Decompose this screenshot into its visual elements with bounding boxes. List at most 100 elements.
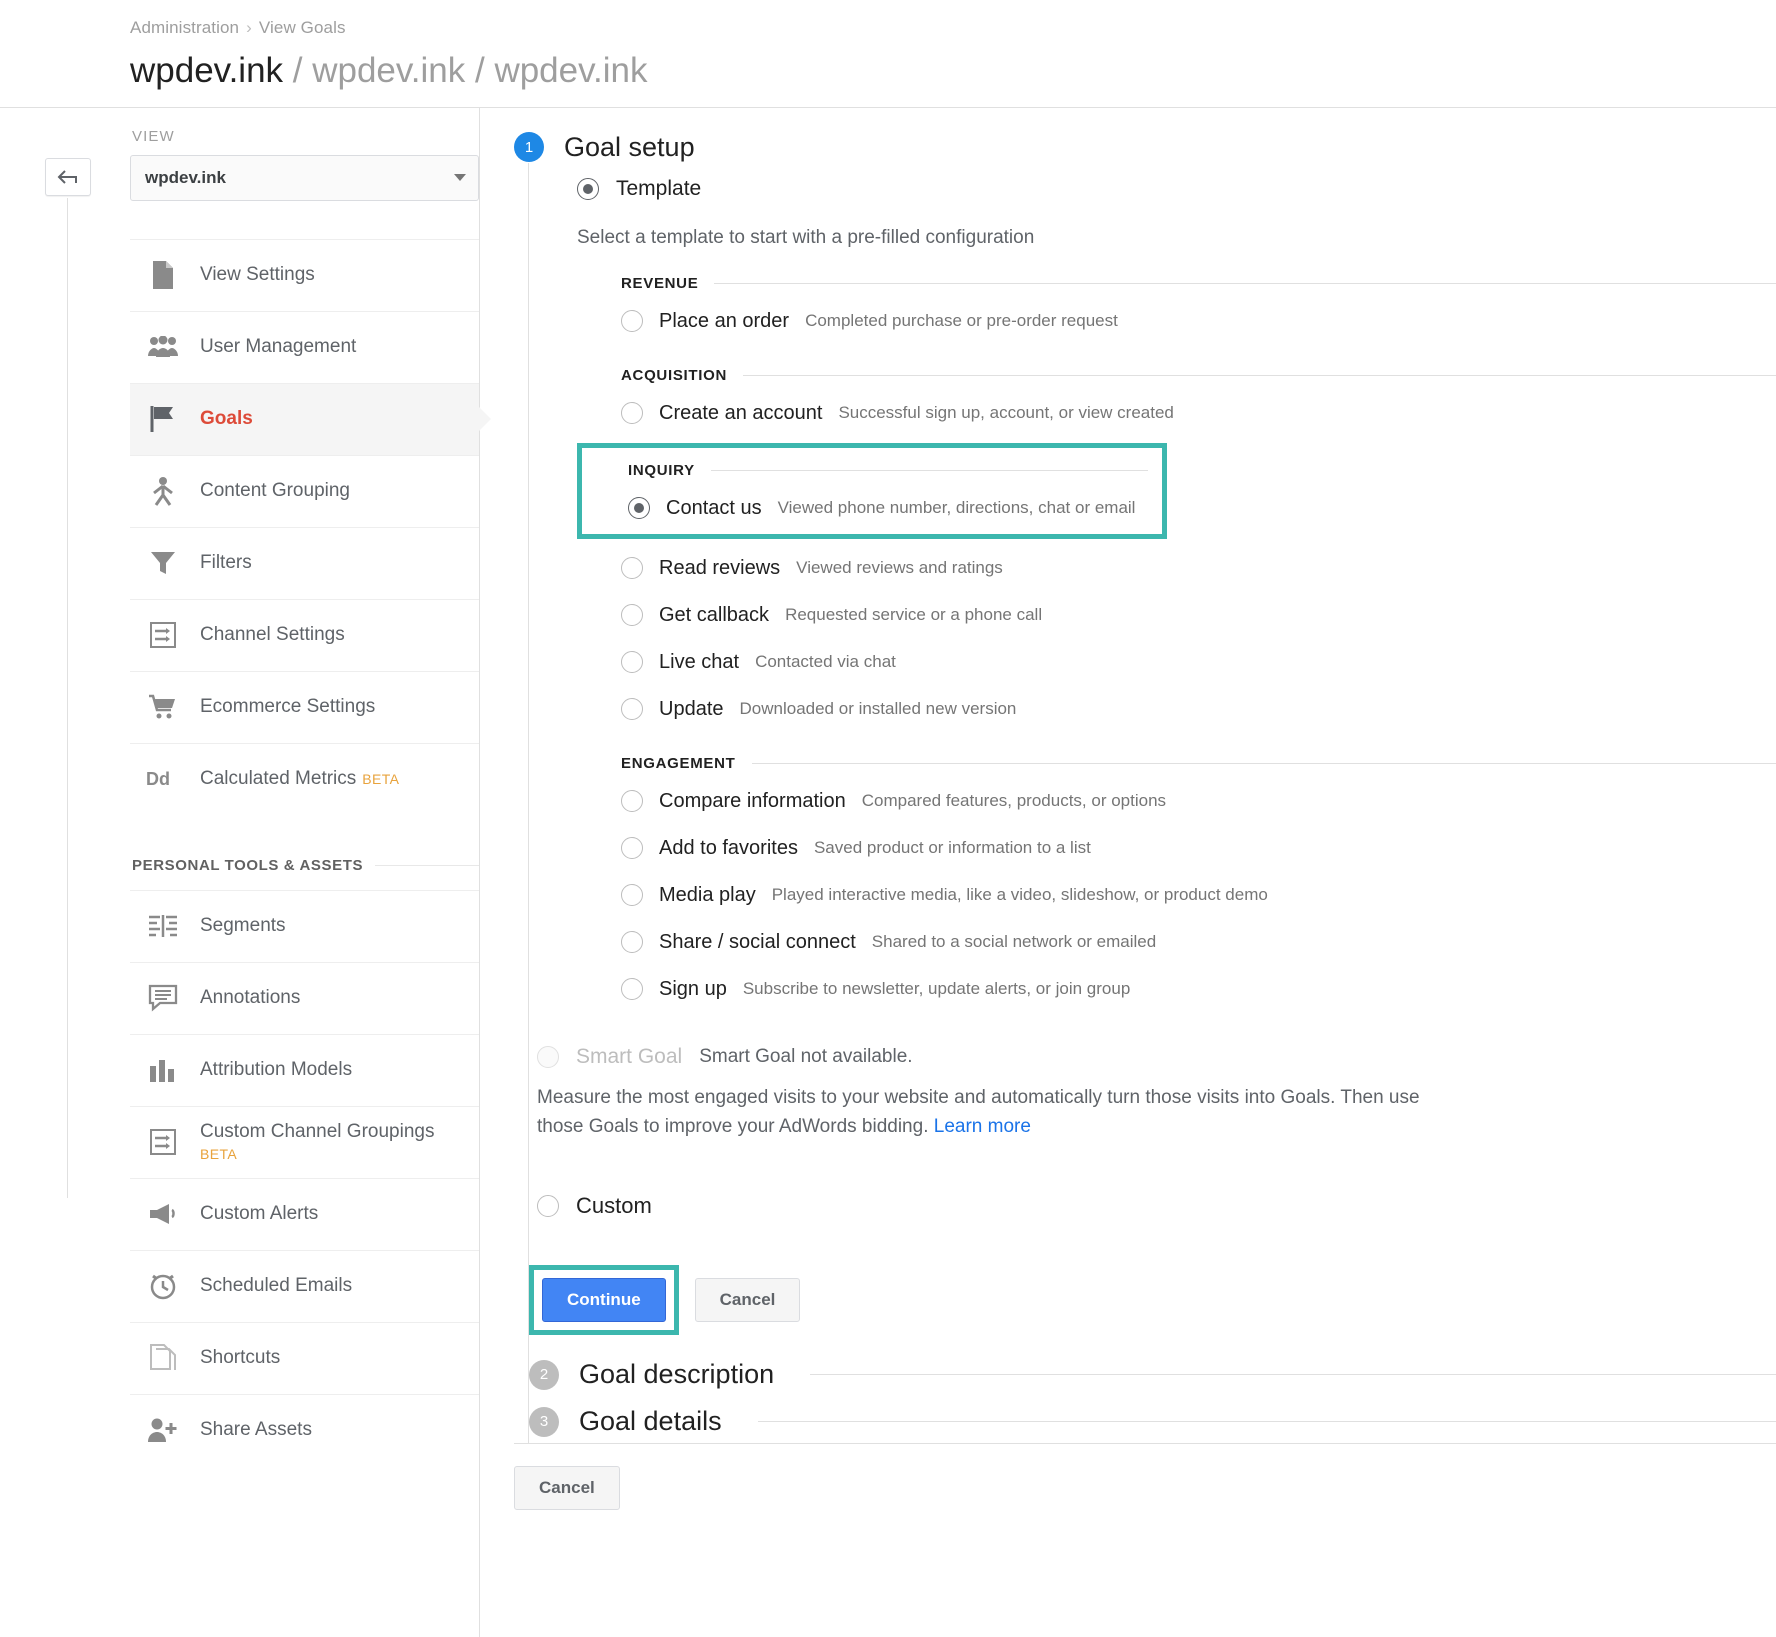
content-grouping-icon — [142, 474, 184, 508]
breadcrumb-item-administration[interactable]: Administration — [130, 18, 239, 37]
sidebar-item-share-assets[interactable]: Share Assets — [130, 1393, 479, 1466]
template-option-desc: Completed purchase or pre-order request — [805, 311, 1118, 330]
template-radio[interactable] — [621, 604, 643, 626]
template-radio-selected[interactable] — [628, 497, 650, 519]
sidebar-item-label: Content Grouping — [200, 480, 350, 502]
template-option-desc: Viewed reviews and ratings — [796, 558, 1003, 577]
back-button[interactable] — [45, 157, 91, 196]
step-3-title: Goal details — [579, 1406, 722, 1437]
section-divider — [375, 864, 479, 866]
template-radio[interactable] — [621, 978, 643, 1000]
template-option-desc: Downloaded or installed new version — [739, 699, 1017, 718]
template-option-desc: Requested service or a phone call — [785, 605, 1043, 624]
template-radio[interactable] — [621, 651, 643, 673]
sidebar-item-shortcuts[interactable]: Shortcuts — [130, 1321, 479, 1394]
template-option-name: Share / social connect — [659, 930, 856, 953]
sidebar-item-ecommerce-settings[interactable]: Ecommerce Settings — [130, 670, 479, 743]
megaphone-icon — [142, 1197, 184, 1231]
sidebar-item-label: View Settings — [200, 264, 315, 286]
view-section-label: VIEW — [132, 127, 175, 145]
sidebar-item-custom-channel-groupings[interactable]: Custom Channel Groupings BETA — [130, 1105, 479, 1178]
template-option-compare-information[interactable]: Compare information Compared features, p… — [577, 778, 1776, 825]
template-option-media-play[interactable]: Media play Played interactive media, lik… — [577, 872, 1776, 919]
template-option-name: Get callback — [659, 603, 770, 626]
template-radio[interactable] — [621, 790, 643, 812]
template-radio[interactable] — [621, 837, 643, 859]
template-group-revenue: REVENUE Place an order Completed purchas… — [577, 275, 1776, 345]
template-option-contact-us[interactable]: Contact us Viewed phone number, directio… — [582, 485, 1162, 532]
template-option-name: Place an order — [659, 309, 790, 332]
sidebar-item-calculated-metrics[interactable]: Dd Calculated Metrics BETA — [130, 742, 479, 815]
sidebar-item-custom-alerts[interactable]: Custom Alerts — [130, 1177, 479, 1250]
sidebar-item-label: Attribution Models — [200, 1059, 353, 1081]
template-radio[interactable] — [577, 177, 599, 200]
back-arrow-icon — [57, 169, 77, 184]
template-option-desc: Subscribe to newsletter, update alerts, … — [742, 979, 1131, 998]
smart-goal-status: Smart Goal not available. — [699, 1045, 913, 1067]
people-icon — [142, 330, 184, 364]
template-option-update[interactable]: Update Downloaded or installed new versi… — [577, 686, 1776, 733]
template-option-live-chat[interactable]: Live chat Contacted via chat — [577, 639, 1776, 686]
template-radio[interactable] — [621, 698, 643, 720]
breadcrumb-item-view-goals[interactable]: View Goals — [259, 18, 346, 37]
sidebar-item-label: Scheduled Emails — [200, 1275, 353, 1297]
beta-badge: BETA — [200, 1146, 238, 1163]
admin-sidebar: VIEW wpdev.ink View Settings User Manage… — [130, 107, 480, 1637]
custom-option[interactable]: Custom — [537, 1193, 1776, 1219]
custom-radio[interactable] — [537, 1195, 559, 1218]
funnel-icon — [142, 546, 184, 580]
template-option-get-callback[interactable]: Get callback Requested service or a phon… — [577, 592, 1776, 639]
template-option-sign-up[interactable]: Sign up Subscribe to newsletter, update … — [577, 966, 1776, 1013]
step-2-divider — [810, 1374, 1776, 1376]
template-option-create-an-account[interactable]: Create an account Successful sign up, ac… — [577, 390, 1776, 437]
template-group-inquiry-highlighted: INQUIRY Contact us Viewed phone number, … — [577, 442, 1167, 539]
template-radio[interactable] — [621, 310, 643, 332]
step-3-header[interactable]: 3 Goal details — [529, 1400, 1776, 1443]
template-option-name: Media play — [659, 883, 756, 906]
step-1-actions: Continue Cancel — [529, 1265, 1776, 1336]
sidebar-item-scheduled-emails[interactable]: Scheduled Emails — [130, 1249, 479, 1322]
learn-more-link[interactable]: Learn more — [934, 1116, 1031, 1137]
sidebar-item-attribution-models[interactable]: Attribution Models — [130, 1033, 479, 1106]
sidebar-item-filters[interactable]: Filters — [130, 526, 479, 599]
page-title: wpdev.ink / wpdev.ink / wpdev.ink — [130, 51, 1776, 91]
smart-goal-option: Smart Goal Smart Goal not available. — [537, 1045, 1776, 1069]
step-2-header[interactable]: 2 Goal description — [529, 1353, 1776, 1396]
template-radio[interactable] — [621, 402, 643, 424]
breadcrumb: Administration › View Goals — [130, 18, 1776, 38]
template-group-acquisition: ACQUISITION Create an account Successful… — [577, 367, 1776, 437]
template-radio[interactable] — [621, 931, 643, 953]
group-header-engagement: ENGAGEMENT — [621, 755, 1776, 772]
template-option-place-an-order[interactable]: Place an order Completed purchase or pre… — [577, 298, 1776, 345]
sidebar-item-label: Share Assets — [200, 1419, 312, 1441]
template-radio[interactable] — [621, 557, 643, 579]
sidebar-item-view-settings[interactable]: View Settings — [130, 238, 479, 311]
sidebar-item-goals[interactable]: Goals — [130, 382, 479, 455]
cancel-button[interactable]: Cancel — [694, 1278, 801, 1323]
sidebar-item-channel-settings[interactable]: Channel Settings — [130, 598, 479, 671]
sidebar-item-segments[interactable]: Segments — [130, 889, 479, 962]
template-option-add-to-favorites[interactable]: Add to favorites Saved product or inform… — [577, 825, 1776, 872]
template-radio[interactable] — [621, 884, 643, 906]
breadcrumb-separator-icon: › — [246, 18, 252, 37]
group-header-revenue: REVENUE — [621, 275, 1776, 292]
channel-settings-icon — [142, 618, 184, 652]
sidebar-item-annotations[interactable]: Annotations — [130, 961, 479, 1034]
sidebar-item-content-grouping[interactable]: Content Grouping — [130, 454, 479, 527]
template-option-read-reviews[interactable]: Read reviews Viewed reviews and ratings — [577, 545, 1776, 592]
continue-button[interactable]: Continue — [542, 1278, 666, 1323]
step-3-number: 3 — [529, 1406, 559, 1437]
smart-goal-description: Measure the most engaged visits to your … — [537, 1083, 1457, 1142]
personal-tools-label: PERSONAL TOOLS & ASSETS — [132, 856, 364, 874]
template-option-desc: Saved product or information to a list — [813, 838, 1091, 857]
view-selector[interactable]: wpdev.ink — [130, 154, 479, 201]
sidebar-item-user-management[interactable]: User Management — [130, 310, 479, 383]
channel-settings-icon — [142, 1125, 184, 1159]
template-option[interactable]: Template — [577, 177, 1776, 201]
template-option-share-social-connect[interactable]: Share / social connect Shared to a socia… — [577, 919, 1776, 966]
sidebar-item-label: Filters — [200, 552, 252, 574]
template-option-name: Live chat — [659, 650, 740, 673]
footer-cancel-button[interactable]: Cancel — [514, 1466, 620, 1511]
group-divider — [710, 469, 1148, 471]
template-option-name: Add to favorites — [659, 836, 798, 859]
